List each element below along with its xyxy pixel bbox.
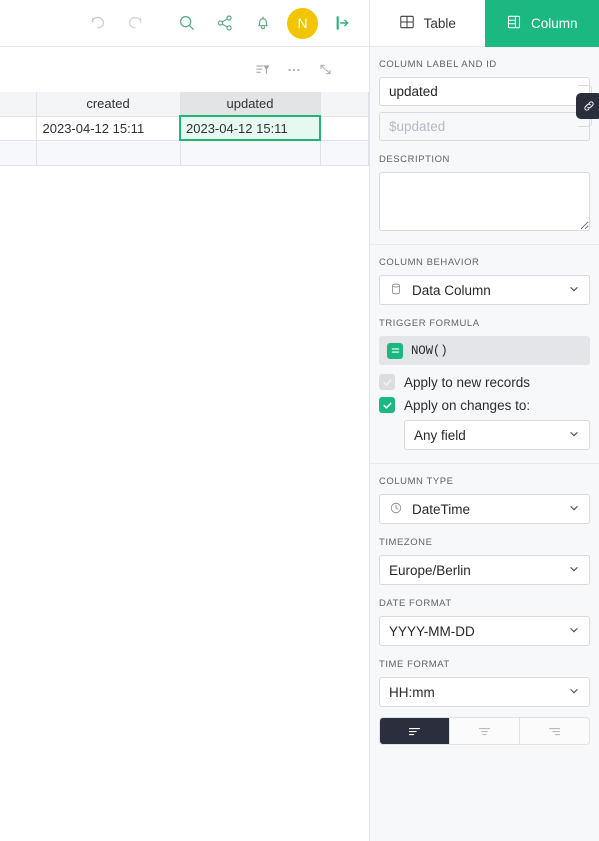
chevron-down-icon [568,502,580,517]
column-label-input[interactable] [379,77,590,106]
clock-icon [389,501,403,518]
panel-tabs: Table Column [370,0,599,47]
apply-on-changes-row[interactable]: Apply on changes to: [379,397,590,413]
timezone-value: Europe/Berlin [389,562,471,578]
bell-icon[interactable] [244,4,282,42]
column-type-value: DateTime [412,501,471,517]
date-format-value: YYYY-MM-DD [389,623,475,639]
more-options-icon[interactable] [280,56,308,84]
database-icon [389,282,403,299]
panel-body: COLUMN LABEL AND ID DESCRIPTION [370,47,599,841]
align-center-button[interactable] [450,718,520,744]
date-format-heading: DATE FORMAT [379,598,452,609]
column-header-blank-right[interactable] [320,92,369,117]
column-label-id-row [379,77,599,141]
cell-row1-col0[interactable] [0,140,37,166]
trigger-formula-value: NOW() [411,343,448,358]
cell-row0-col3[interactable] [320,116,369,141]
link-icon[interactable] [576,93,599,119]
time-format-heading: TIME FORMAT [379,659,450,670]
column-icon [506,14,522,33]
chevron-down-icon [568,624,580,639]
time-format-select[interactable]: HH:mm [379,677,590,707]
changes-scope-value: Any field [414,427,466,443]
column-label-and-id-heading: COLUMN LABEL AND ID [379,59,497,70]
grid-pane: N created updated 2023-04-12 15:11 2023-… [0,0,370,841]
column-id-input[interactable] [379,112,590,141]
column-label-id-fields [379,77,590,141]
column-type-heading: COLUMN TYPE [379,476,454,487]
grid-table: created updated 2023-04-12 15:11 2023-04… [0,92,369,166]
cell-row1-created[interactable] [36,140,181,166]
undo-button[interactable] [78,4,116,42]
table-icon [399,14,415,33]
collapse-icon[interactable] [311,56,339,84]
column-header-blank-left[interactable] [0,92,37,117]
table-row: 2023-04-12 15:11 2023-04-12 15:11 [0,115,369,141]
top-toolbar: N [0,0,369,47]
tab-table-label: Table [423,15,456,31]
column-behavior-value: Data Column [412,282,491,298]
chevron-down-icon [568,563,580,578]
apply-on-changes-checkbox[interactable] [379,397,395,413]
logout-icon[interactable] [323,4,361,42]
formula-icon [387,342,403,359]
apply-new-records-row[interactable]: Apply to new records [379,374,590,390]
data-grid: created updated 2023-04-12 15:11 2023-04… [0,92,369,841]
table-row [0,140,369,166]
column-behavior-select[interactable]: Data Column [379,275,590,305]
timezone-select[interactable]: Europe/Berlin [379,555,590,585]
app-root: N created updated 2023-04-12 15:11 2023-… [0,0,599,841]
date-format-select[interactable]: YYYY-MM-DD [379,616,590,646]
cell-row0-col0[interactable] [0,116,37,141]
column-header-created[interactable]: created [36,92,181,117]
cell-row1-updated[interactable] [180,140,321,166]
avatar-initial: N [297,15,308,31]
chevron-down-icon [568,283,580,298]
cell-row0-created[interactable]: 2023-04-12 15:11 [36,116,181,141]
section-type-format: COLUMN TYPE DateTime TIMEZONE Europe/Ber… [370,464,599,758]
column-behavior-heading: COLUMN BEHAVIOR [379,257,480,268]
section-label-description: COLUMN LABEL AND ID DESCRIPTION [370,47,599,245]
column-header-updated[interactable]: updated [180,92,321,117]
align-left-button[interactable] [380,718,450,744]
tab-column[interactable]: Column [484,0,599,47]
chevron-down-icon [568,428,580,443]
time-format-value: HH:mm [389,684,435,700]
cell-row1-col3[interactable] [320,140,369,166]
side-panel: Table Column COLUMN LABEL AND ID updated… [370,0,599,841]
filter-icon[interactable] [249,56,277,84]
timezone-heading: TIMEZONE [379,537,433,548]
share-icon[interactable] [206,4,244,42]
cell-row0-updated-selected[interactable]: 2023-04-12 15:11 [179,115,321,141]
avatar[interactable]: N [287,7,318,39]
section-behavior-trigger: COLUMN BEHAVIOR Data Column TRIGGER FORM… [370,245,599,464]
redo-button[interactable] [116,4,154,42]
trigger-formula-field[interactable]: NOW() [379,336,590,365]
align-right-button[interactable] [520,718,589,744]
grid-header-row: created updated [0,92,369,117]
changes-scope-select[interactable]: Any field [404,420,590,450]
alignment-button-group [379,717,590,745]
apply-new-records-label: Apply to new records [404,374,531,390]
trigger-formula-heading: TRIGGER FORMULA [379,318,480,329]
description-heading: DESCRIPTION [379,154,450,165]
search-icon[interactable] [168,4,206,42]
column-type-select[interactable]: DateTime [379,494,590,524]
description-textarea[interactable] [379,172,590,231]
grid-toolbar [0,47,369,92]
apply-on-changes-label: Apply on changes to: [404,397,531,413]
chevron-down-icon [568,685,580,700]
tab-table[interactable]: Table [370,0,485,47]
tab-column-label: Column [530,15,578,31]
apply-new-records-checkbox[interactable] [379,374,395,390]
